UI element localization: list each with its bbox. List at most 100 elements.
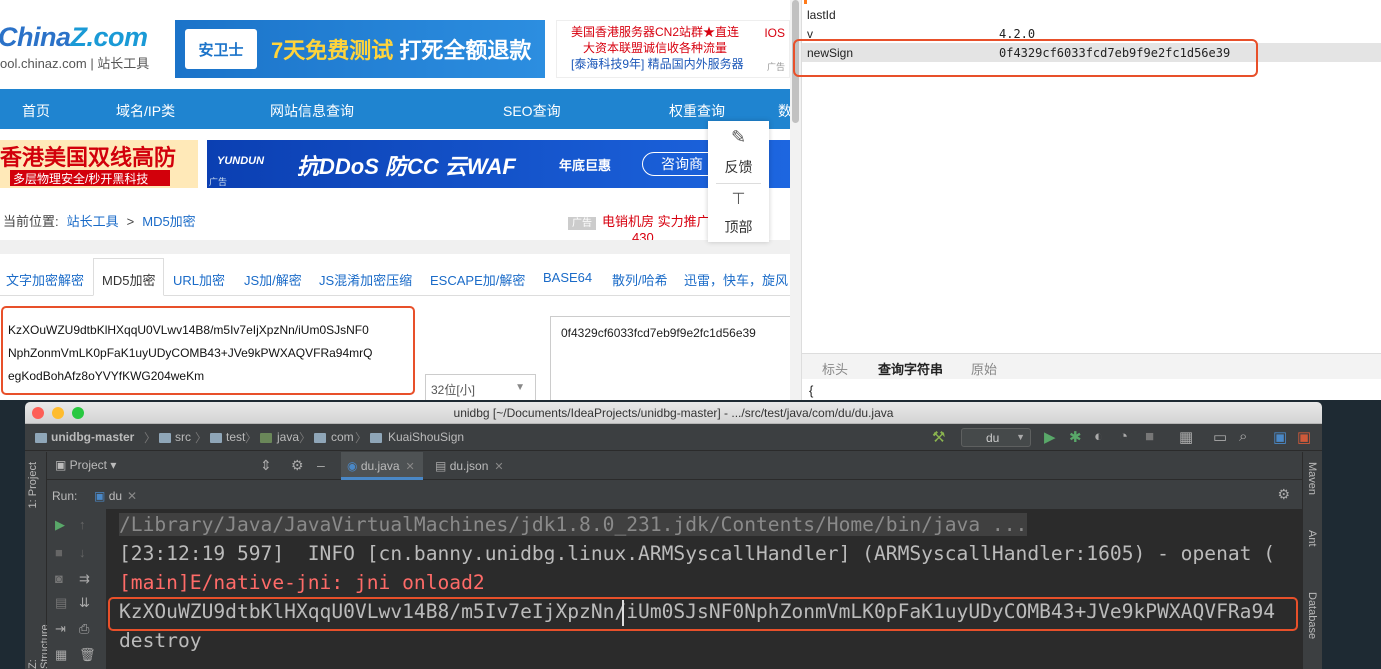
soft-wrap-icon[interactable]: ⇉	[79, 571, 90, 587]
tab-du-java[interactable]: ◉ du.java ✕	[341, 452, 423, 480]
nav-weight[interactable]: 权重查询	[669, 101, 725, 121]
yundun-ad-tag: 广告	[209, 177, 228, 187]
select-value: 32位[小]	[431, 383, 476, 397]
run-tab-du[interactable]: ▣ du ✕	[94, 489, 137, 503]
run-icon[interactable]: ▶	[1044, 428, 1056, 446]
console-scrollbar[interactable]	[1290, 509, 1302, 669]
folder-icon	[260, 433, 272, 443]
inspector-tabs: 标头 查询字符串 原始	[802, 353, 1381, 379]
run-tab-label: du	[108, 489, 123, 503]
nav-domain-ip[interactable]: 域名/IP类	[116, 101, 175, 121]
project-view-select[interactable]: ▣ Project ▾	[55, 458, 116, 472]
crumb-sep: 〉	[144, 431, 157, 445]
crumb-com[interactable]: com	[331, 430, 354, 444]
tab-headers[interactable]: 标头	[822, 359, 848, 378]
tab-hash[interactable]: 散列/哈希	[612, 270, 668, 289]
hammer-icon[interactable]: ⚒	[932, 428, 945, 446]
tab-base64[interactable]: BASE64	[543, 270, 592, 285]
crumb-project[interactable]: unidbg-master	[51, 430, 134, 444]
ant-tool-button[interactable]: Ant	[1306, 530, 1318, 547]
project-structure-icon[interactable]: ▦	[1179, 428, 1193, 446]
newsign-highlight-box	[793, 39, 1258, 77]
feedback-button[interactable]: 反馈	[708, 157, 769, 177]
plugin-icon[interactable]: ▣	[1297, 428, 1311, 446]
import-icon[interactable]: ⇥	[55, 621, 66, 637]
print-icon[interactable]: ⎙	[79, 621, 89, 637]
project-tool-button[interactable]: 1: Project	[27, 462, 39, 508]
md5-output-textarea[interactable]: 0f4329cf6033fcd7eb9f9e2fc1d56e39	[550, 316, 790, 400]
crumb-sep: 〉	[195, 431, 208, 445]
close-icon[interactable]: ✕	[494, 461, 503, 473]
tab-query-string[interactable]: 查询字符串	[878, 359, 943, 378]
ad-server-text[interactable]: 美国香港服务器CN2站群★直连 大资本联盟诚信收各种流量 [泰海科技9年] 精品…	[556, 20, 790, 78]
tab-raw[interactable]: 原始	[971, 359, 997, 378]
param-row[interactable]: lastId	[802, 5, 1381, 24]
nav-seo[interactable]: SEO查询	[503, 101, 561, 121]
back-to-top-button[interactable]: 顶部	[708, 217, 769, 237]
terminal-icon[interactable]: ▭	[1213, 428, 1227, 446]
crumb-test[interactable]: test	[226, 430, 245, 444]
input-highlight-box	[1, 306, 415, 395]
crumb-kuaishou[interactable]: KuaiShouSign	[388, 430, 464, 444]
divider-strip	[0, 240, 790, 254]
ad-banner-free-trial[interactable]: 安卫士 7天免费测试 打死全额退款	[175, 20, 545, 78]
minus-icon[interactable]: –	[317, 457, 325, 473]
breadcrumb-md5-link[interactable]: MD5加密	[142, 214, 195, 229]
gear-icon[interactable]: ⚙	[1277, 486, 1290, 503]
md5-length-select[interactable]: 32位[小] ▼	[425, 374, 536, 400]
nav-more[interactable]: 数	[778, 101, 790, 121]
profile-icon[interactable]: ◔	[1119, 428, 1128, 445]
scroll-to-end-icon[interactable]: ⇊	[79, 595, 90, 611]
run-config-select[interactable]: du ▼	[961, 428, 1031, 447]
rerun-icon[interactable]: ▶	[55, 517, 65, 533]
translate-icon[interactable]: ▣	[1273, 428, 1287, 446]
trash-icon[interactable]: 🗑	[79, 647, 96, 663]
tab-md5[interactable]: MD5加密	[93, 258, 165, 296]
crumb-src[interactable]: src	[175, 430, 191, 444]
coverage-icon[interactable]: ◐	[1094, 428, 1103, 445]
debug-icon[interactable]: ✱	[1069, 428, 1082, 446]
promo-ad-tag: 广告	[568, 217, 596, 230]
side-divider	[716, 183, 761, 184]
close-icon[interactable]: ✕	[127, 489, 137, 503]
stop-icon[interactable]: ■	[55, 545, 63, 560]
crumb-java[interactable]: java	[277, 430, 299, 444]
tab-thunder[interactable]: 迅雷，快车，旋风	[684, 270, 788, 289]
nav-site-info[interactable]: 网站信息查询	[270, 101, 354, 121]
ad-line-2: 大资本联盟诚信收各种流量	[583, 41, 728, 55]
stop-icon[interactable]: ■	[1145, 428, 1154, 445]
chinaz-logo[interactable]: ChinaZ.com	[0, 22, 148, 53]
ad-hk-us-defense[interactable]: 香港美国双线高防 多层物理安全/秒开黑科技	[0, 140, 198, 188]
scroll-down-icon[interactable]: ↓	[79, 545, 86, 560]
console-line-error: [main]E/native-jni: jni onload2	[119, 571, 485, 594]
maven-tool-button[interactable]: Maven	[1306, 462, 1318, 495]
raw-json-brace: {	[809, 383, 814, 398]
project-label: Project	[69, 458, 108, 472]
tab-escape[interactable]: ESCAPE加/解密	[430, 270, 525, 289]
search-icon[interactable]: ⌕	[1239, 428, 1247, 445]
restore-layout-icon[interactable]: ▤	[55, 595, 67, 611]
camera-icon[interactable]: ◙	[55, 571, 63, 586]
gear-icon[interactable]: ⚙	[291, 457, 304, 474]
tab-js[interactable]: JS加/解密	[244, 270, 302, 289]
close-icon[interactable]: ✕	[406, 461, 415, 473]
tab-url[interactable]: URL加密	[173, 270, 225, 289]
console-output[interactable]: /Library/Java/JavaVirtualMachines/jdk1.8…	[107, 509, 1302, 669]
run-toolbar: ▶ ↑ ■ ↓ ◙ ⇉ ▤ ⇊ ⇥ ⎙ ▦ 🗑	[47, 509, 107, 669]
tab-text-encrypt[interactable]: 文字加密解密	[6, 270, 84, 289]
scroll-up-icon[interactable]: ↑	[79, 517, 86, 532]
param-key: lastId	[807, 8, 836, 22]
layout-icon[interactable]: ▦	[55, 647, 67, 663]
run-config-value: du	[986, 431, 1000, 445]
collapse-icon[interactable]: ⇕	[260, 457, 272, 474]
nav-home[interactable]: 首页	[22, 101, 50, 121]
breadcrumb-tools-link[interactable]: 站长工具	[67, 214, 119, 229]
ad-yundun[interactable]: YUNDUN 抗DDoS 防CC 云WAF 年底巨惠 咨询商 广告	[207, 140, 790, 188]
package-icon	[370, 433, 382, 443]
edit-icon: ✎	[730, 127, 747, 147]
run-tool-header: Run: ▣ du ✕ ⚙	[47, 482, 1302, 509]
tab-du-json[interactable]: ▤ du.json ✕	[435, 452, 504, 480]
run-config-icon: ▣	[94, 489, 106, 503]
database-tool-button[interactable]: Database	[1306, 592, 1318, 639]
tab-js-obfuscate[interactable]: JS混淆加密压缩	[319, 270, 412, 289]
